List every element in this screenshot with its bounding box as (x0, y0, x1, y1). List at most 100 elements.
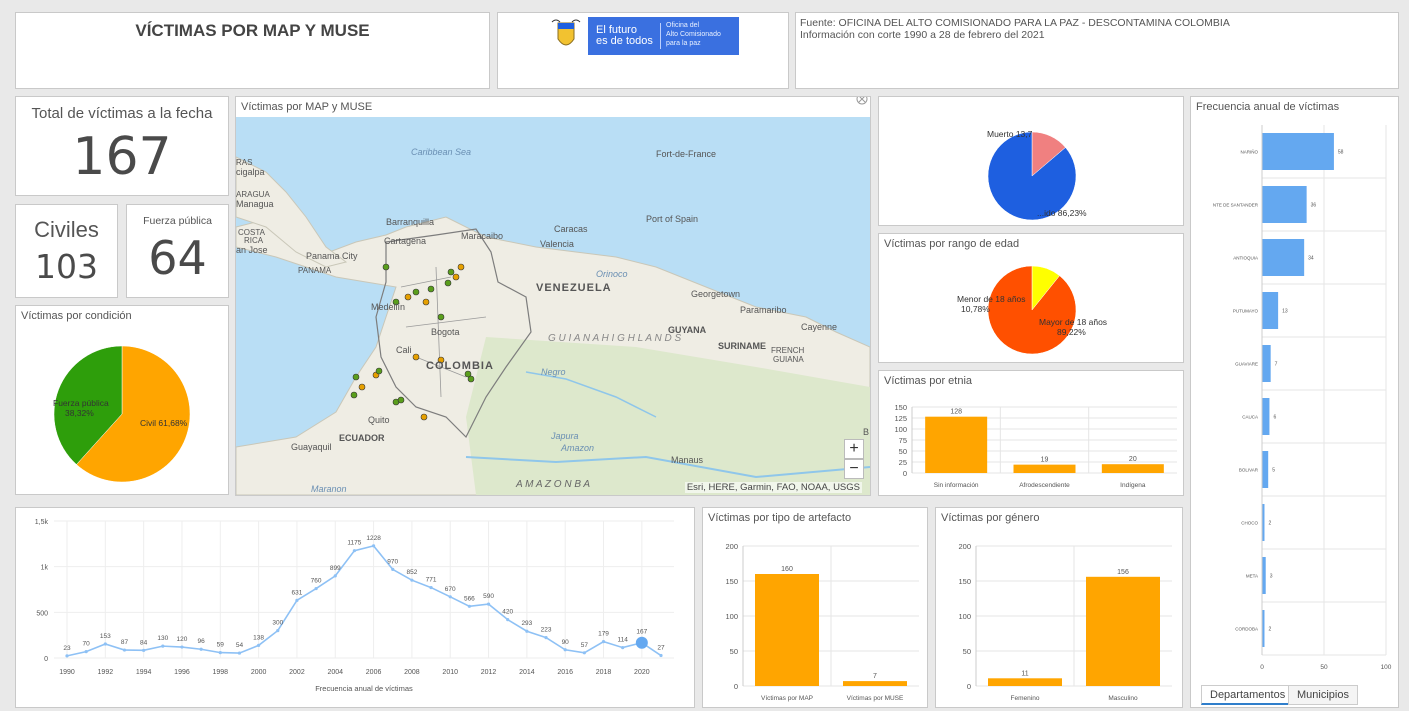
y-tick-label: 150 (958, 577, 971, 586)
bar (925, 416, 988, 473)
map-canvas[interactable]: Caribbean Sea Fort-de-France Port of Spa… (236, 117, 870, 495)
map-label-french: FRENCH (771, 346, 805, 355)
x-tick-label: 2002 (289, 669, 305, 676)
anual-panel: 0 500 1k 1,5k 1990 1992 1994 1996 1998 2000 2002 20… (15, 507, 695, 708)
x-tick-label: Masculino (1108, 695, 1138, 702)
bar-value-label: 11 (1021, 670, 1028, 677)
data-point (544, 636, 548, 640)
data-point (467, 604, 471, 608)
condicion-title: Víctimas por condición (21, 310, 132, 322)
total-value: 167 (72, 127, 172, 187)
x-tick-label: 1998 (213, 669, 229, 676)
map-label-quito: Quito (368, 415, 390, 425)
map-label-georgetown: Georgetown (691, 289, 740, 299)
bar-value-label: 36 (1311, 203, 1317, 209)
data-point (525, 629, 529, 633)
x-tick-label: 2010 (442, 669, 458, 676)
data-label: 54 (236, 642, 244, 649)
bar (1101, 464, 1164, 473)
x-tick-label: 1992 (98, 669, 114, 676)
government-logo: El futuro es de todos Oficina del Alto C… (546, 17, 739, 55)
data-label: 138 (253, 634, 264, 641)
map-label-orinoco: Orinoco (596, 269, 628, 279)
bar (1262, 239, 1305, 276)
bar-value-label: 128 (950, 409, 962, 416)
y-tick-label: 50 (963, 647, 971, 656)
condicion-pie-chart: Civil 61,68% Fuerza pública38,32% (53, 345, 191, 483)
tab-municipios[interactable]: Municipios (1288, 685, 1358, 705)
y-tick-label: 0 (734, 682, 738, 691)
y-tick-label: META (1246, 574, 1258, 579)
data-point (582, 651, 586, 655)
data-label: 899 (330, 565, 341, 572)
map-label-ras: RAS (236, 158, 252, 167)
data-label: 760 (311, 578, 322, 585)
y-tick-label: GUAVIARE (1235, 362, 1258, 367)
source-panel: Fuente: OFICINA DEL ALTO COMISIONADO PAR… (795, 12, 1399, 89)
bar-value-label: 34 (1308, 256, 1314, 262)
x-tick-label: Víctimas por MUSE (847, 695, 904, 702)
data-label: 87 (121, 639, 129, 646)
depto-title: Frecuencia anual de víctimas (1196, 101, 1340, 113)
y-tick-label: 100 (725, 612, 738, 621)
x-tick-label: 2016 (557, 669, 573, 676)
map-label-b: B (863, 427, 869, 437)
bar-value-label: 160 (781, 566, 793, 573)
logo-sub3: para la paz (666, 40, 701, 47)
bar-value-label: 13 (1282, 309, 1288, 315)
data-point (621, 645, 625, 650)
zoom-in-button[interactable]: + (844, 439, 864, 459)
map-label-maracaibo: Maracaibo (461, 231, 503, 241)
bar-value-label: 5 (1272, 468, 1275, 474)
data-label: 566 (464, 595, 475, 602)
map-label-jose: an Jose (236, 245, 268, 255)
bar-value-label: 7 (873, 673, 877, 680)
etnia-panel: Víctimas por etnia 0 25 50 75 100 125 150 128 Si… (878, 370, 1184, 496)
bar (988, 678, 1062, 686)
pie-label-value: 89,22% (1057, 327, 1086, 337)
data-point (635, 636, 648, 649)
data-point (371, 544, 376, 548)
data-label: 670 (445, 586, 456, 593)
logo-sub2: Alto Comisionado (666, 31, 721, 38)
data-label: 852 (406, 569, 417, 576)
data-label: 90 (562, 639, 570, 646)
map-label-ecuador: ECUADOR (339, 433, 385, 443)
x-tick-label: Indígena (1120, 482, 1146, 489)
expand-icon[interactable] (856, 96, 868, 105)
bar (1262, 451, 1269, 488)
y-tick-label: BOLIVAR (1239, 468, 1259, 473)
artefacto-panel: Víctimas por tipo de artefacto 0 50 100 150… (702, 507, 928, 708)
map-label-fort: Fort-de-France (656, 149, 716, 159)
data-point (257, 643, 261, 647)
x-tick-label: 2020 (634, 669, 650, 676)
edad-panel: Víctimas por rango de edad Menor de 18 a… (878, 233, 1184, 363)
map-label-japura: Japura (550, 431, 579, 441)
fuerza-label: Fuerza pública (143, 215, 212, 227)
y-tick-label: NTE DE SANTANDER (1213, 203, 1259, 208)
data-point (410, 578, 414, 582)
etnia-title: Víctimas por etnia (884, 375, 973, 387)
map-label-port: Port of Spain (646, 214, 698, 224)
pie-label-value: 10,78% (961, 304, 990, 314)
map-label-bogota: Bogota (431, 327, 460, 337)
data-point (218, 651, 222, 655)
bar (1262, 557, 1266, 594)
map-label-guiana: GUIANA (773, 355, 804, 364)
map-label-maranon: Maranon (311, 484, 347, 494)
y-tick-label: 100 (894, 425, 907, 434)
bar (1262, 133, 1334, 170)
zoom-out-button[interactable]: − (844, 459, 864, 479)
x-tick-label: Femenino (1011, 695, 1040, 702)
data-point (506, 618, 510, 622)
tab-departamentos[interactable]: Departamentos (1201, 685, 1295, 705)
logo-sub1: Oficina del (666, 22, 700, 29)
data-point (65, 654, 69, 658)
x-tick-label: 0 (1260, 664, 1264, 671)
map-label-colombia: COLOMBIA (426, 360, 494, 372)
data-label: 970 (387, 558, 398, 565)
logo-panel: El futuro es de todos Oficina del Alto C… (497, 12, 789, 89)
edad-pie-chart: Menor de 18 años10,78% Mayor de 18 años89… (957, 265, 1107, 355)
map-label-caracas: Caracas (554, 224, 588, 234)
data-label: 23 (63, 645, 71, 652)
